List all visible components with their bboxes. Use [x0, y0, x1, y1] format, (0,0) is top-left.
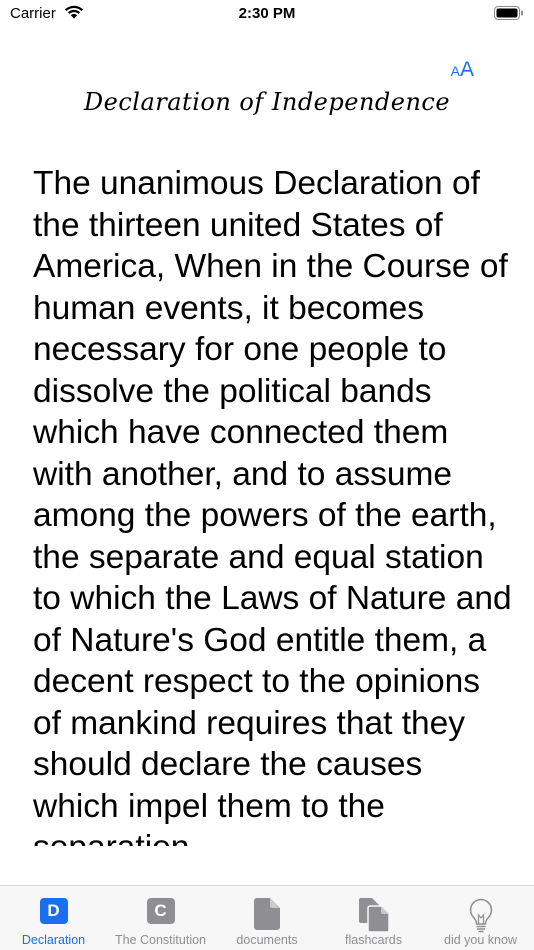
battery-icon: [494, 6, 523, 20]
tab-declaration[interactable]: D Declaration: [0, 886, 107, 950]
tab-label: The Constitution: [114, 933, 207, 947]
page-title: Declaration of Independence: [83, 88, 451, 116]
font-size-small-glyph: A: [450, 63, 460, 79]
status-bar: Carrier 2:30 PM: [0, 0, 534, 28]
tab-flashcards[interactable]: flashcards: [320, 886, 427, 950]
document-body-text: The unanimous Declaration of the thirtee…: [33, 165, 512, 846]
tab-label: Declaration: [21, 933, 86, 947]
lightbulb-icon: [469, 898, 492, 933]
tab-label: flashcards: [345, 933, 402, 947]
document-icon: [254, 898, 280, 930]
tab-the-constitution[interactable]: C The Constitution: [107, 886, 214, 950]
tab-bar: D Declaration C The Constitution documen…: [0, 885, 534, 950]
font-size-button[interactable]: AA: [451, 58, 474, 83]
status-time: 2:30 PM: [238, 5, 296, 22]
document-text-area[interactable]: The unanimous Declaration of the thirtee…: [33, 163, 513, 846]
cards-icon: [358, 898, 389, 932]
tab-documents[interactable]: documents: [214, 886, 320, 950]
tab-label: documents: [236, 933, 298, 947]
tab-did-you-know[interactable]: did you know: [427, 886, 534, 950]
tab-label: did you know: [444, 933, 517, 947]
d-letter-icon: D: [39, 898, 68, 924]
font-size-large-glyph: A: [459, 58, 474, 81]
c-letter-icon: C: [146, 898, 175, 924]
